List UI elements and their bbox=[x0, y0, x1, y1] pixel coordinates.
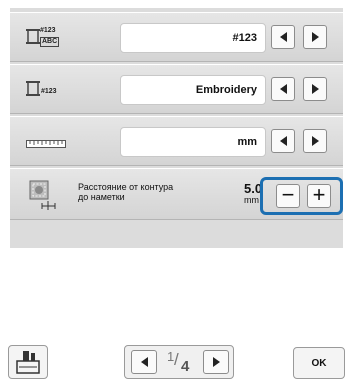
thread-brand-next-button[interactable] bbox=[303, 77, 327, 101]
units-next-button[interactable] bbox=[303, 129, 327, 153]
label-line2: до наметки bbox=[78, 192, 125, 202]
thread-brand-value: Embroidery bbox=[120, 75, 266, 105]
thread-number-icon: #123 ABC bbox=[26, 26, 60, 50]
right-arrow-icon bbox=[311, 136, 319, 146]
thread-number-next-button[interactable] bbox=[303, 25, 327, 49]
basting-distance-row: Расстояние от контура до наметки 5.0 mm … bbox=[10, 168, 343, 220]
ok-button[interactable]: OK bbox=[293, 347, 345, 379]
icon-number-text: #123 bbox=[41, 88, 57, 95]
minus-icon: − bbox=[281, 182, 295, 207]
plus-icon: + bbox=[312, 182, 326, 207]
right-arrow-icon bbox=[311, 84, 319, 94]
left-arrow-icon bbox=[140, 357, 148, 367]
icon-abc-text: ABC bbox=[40, 37, 60, 47]
thread-brand-icon: #123 bbox=[26, 80, 62, 100]
basting-distance-icon bbox=[28, 179, 56, 211]
thread-number-prev-button[interactable] bbox=[271, 25, 295, 49]
thread-number-value: #123 bbox=[120, 23, 266, 53]
ruler-icon bbox=[26, 136, 66, 148]
left-arrow-icon bbox=[279, 136, 287, 146]
sewing-machine-icon bbox=[16, 351, 40, 374]
basting-distance-unit: mm bbox=[244, 195, 259, 205]
machine-settings-button[interactable] bbox=[8, 345, 48, 379]
thread-brand-row: #123 Embroidery bbox=[10, 64, 343, 114]
page-indicator: 1 / 4 bbox=[161, 348, 199, 378]
icon-number-text: #123 bbox=[40, 27, 56, 34]
thread-brand-prev-button[interactable] bbox=[271, 77, 295, 101]
page-slash: / bbox=[174, 350, 179, 369]
decrease-button[interactable]: − bbox=[276, 184, 300, 208]
increase-button[interactable]: + bbox=[307, 184, 331, 208]
pagination: 1 / 4 bbox=[124, 345, 234, 379]
right-arrow-icon bbox=[311, 32, 319, 42]
thread-number-row: #123 ABC #123 bbox=[10, 12, 343, 62]
prev-page-button[interactable] bbox=[131, 350, 157, 374]
units-prev-button[interactable] bbox=[271, 129, 295, 153]
total-pages: 4 bbox=[181, 358, 190, 375]
ok-label: OK bbox=[311, 357, 327, 369]
basting-distance-label: Расстояние от контура до наметки bbox=[78, 182, 198, 202]
units-value: mm bbox=[120, 127, 266, 157]
next-page-button[interactable] bbox=[203, 350, 229, 374]
label-line1: Расстояние от контура bbox=[78, 182, 174, 192]
basting-distance-value: 5.0 bbox=[244, 181, 260, 196]
left-arrow-icon bbox=[279, 32, 287, 42]
left-arrow-icon bbox=[279, 84, 287, 94]
right-arrow-icon bbox=[212, 357, 220, 367]
units-row: mm bbox=[10, 116, 343, 166]
